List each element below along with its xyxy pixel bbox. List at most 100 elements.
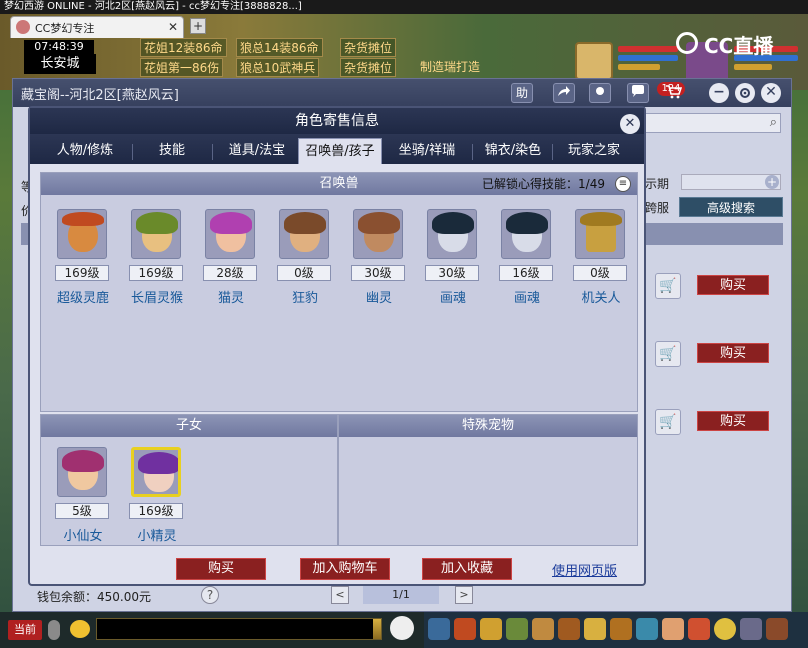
ticker-item: 杂货摊位 bbox=[340, 38, 397, 57]
pet-status-bars bbox=[618, 46, 678, 76]
add-to-favorites-button[interactable]: 加入收藏 bbox=[422, 558, 512, 580]
help-button[interactable]: 助 bbox=[511, 83, 533, 103]
buy-button[interactable]: 购买 bbox=[176, 558, 266, 580]
task-icon[interactable] bbox=[584, 618, 606, 640]
page-indicator: 1/1 bbox=[363, 586, 439, 604]
add-to-cart-button[interactable]: 加入购物车 bbox=[300, 558, 390, 580]
tab-close-icon[interactable]: ✕ bbox=[168, 20, 178, 34]
advanced-search-button[interactable]: 高级搜索 bbox=[679, 197, 783, 217]
gear-icon bbox=[740, 88, 750, 98]
add-to-cart-icon[interactable]: 🛒 bbox=[655, 409, 681, 435]
tab-home[interactable]: 玩家之家 bbox=[554, 138, 634, 164]
pet-card[interactable]: 16级 画魂 bbox=[495, 209, 559, 309]
cart-button[interactable] bbox=[663, 85, 685, 105]
window-title: 藏宝阁--河北2区[燕赵风云] bbox=[21, 88, 179, 103]
tab-mounts[interactable]: 坐骑/祥瑞 bbox=[382, 138, 472, 164]
settings-button[interactable] bbox=[735, 83, 755, 103]
toolbar-icons bbox=[424, 612, 808, 648]
share-button[interactable] bbox=[553, 83, 575, 103]
gift-icon[interactable] bbox=[480, 618, 502, 640]
pet-card[interactable]: 0级 机关人 bbox=[569, 209, 633, 309]
mp-bar bbox=[618, 55, 678, 61]
smiley-icon[interactable] bbox=[714, 618, 736, 640]
window-titlebar: 藏宝阁--河北2区[燕赵风云] 助 124 − ✕ bbox=[13, 79, 791, 107]
pet-card[interactable]: 28级 猫灵 bbox=[199, 209, 263, 309]
add-to-cart-icon[interactable]: 🛒 bbox=[655, 341, 681, 367]
system-icon[interactable] bbox=[740, 618, 762, 640]
tab-summons[interactable]: 召唤兽/孩子 bbox=[298, 138, 382, 164]
buy-button[interactable]: 购买 bbox=[697, 343, 769, 363]
pet-card[interactable]: 0级 狂豹 bbox=[273, 209, 337, 309]
add-to-cart-icon[interactable]: 🛒 bbox=[655, 273, 681, 299]
chat-input[interactable] bbox=[96, 618, 382, 640]
tab-outfits[interactable]: 锦衣/染色 bbox=[474, 138, 552, 164]
help-question-icon[interactable]: ? bbox=[201, 586, 219, 604]
chat-icon bbox=[632, 85, 644, 97]
ticker-item: 狼总10武神兵 bbox=[236, 58, 320, 77]
record-button[interactable] bbox=[589, 83, 611, 103]
dialog-close-button[interactable]: ✕ bbox=[620, 114, 640, 134]
settings-icon[interactable] bbox=[766, 618, 788, 640]
period-label: 示期 bbox=[645, 177, 670, 191]
browser-title-strip: 梦幻西游 ONLINE - 河北2区[燕赵风云] - cc梦幻专注[388882… bbox=[0, 0, 808, 14]
pet-portrait bbox=[205, 209, 255, 259]
friend-icon[interactable] bbox=[662, 618, 684, 640]
chat-scroll-handle[interactable] bbox=[373, 619, 381, 639]
ticker-item: 狼总14装86命 bbox=[236, 38, 323, 57]
bag-icon[interactable] bbox=[454, 618, 476, 640]
pet-portrait bbox=[501, 209, 551, 259]
guild-icon[interactable] bbox=[532, 618, 554, 640]
microphone-icon[interactable] bbox=[48, 620, 60, 640]
browser-tab[interactable]: CC梦幻专注 ✕ bbox=[10, 16, 184, 38]
list-icon[interactable]: ≡ bbox=[615, 176, 631, 192]
sword-icon[interactable] bbox=[428, 618, 450, 640]
pet-card[interactable]: 169级 超级灵鹿 bbox=[51, 209, 115, 309]
tab-items[interactable]: 道具/法宝 bbox=[214, 138, 300, 164]
bell-icon[interactable] bbox=[610, 618, 632, 640]
ticker-item: 杂货摊位 bbox=[340, 58, 397, 77]
game-time: 07:48:39 bbox=[24, 40, 94, 54]
result-row: 🛒 购买 bbox=[643, 337, 783, 371]
pet-dog-icon[interactable] bbox=[390, 616, 414, 640]
emoji-icon[interactable] bbox=[70, 620, 90, 638]
chat-button[interactable] bbox=[627, 83, 649, 103]
pagination: < 1/1 > bbox=[331, 586, 473, 604]
dialog-tabs: 人物/修炼 技能 道具/法宝 召唤兽/孩子 坐骑/祥瑞 锦衣/染色 玩家之家 bbox=[30, 134, 644, 164]
buy-button[interactable]: 购买 bbox=[697, 275, 769, 295]
current-channel-button[interactable]: 当前 bbox=[8, 620, 42, 640]
team-icon[interactable] bbox=[506, 618, 528, 640]
browser-tab-bar: CC梦幻专注 ✕ + bbox=[10, 14, 210, 38]
pet-card[interactable]: 30级 画魂 bbox=[421, 209, 485, 309]
web-version-link[interactable]: 使用网页版 bbox=[552, 560, 617, 579]
child-card[interactable]: 169级 小精灵 bbox=[125, 447, 189, 547]
broadcast-ticker: 花姐12装86命 狼总14装86命 杂货摊位 花姐第一86伤 狼总10武神兵 杂… bbox=[100, 38, 560, 78]
exp-bar bbox=[618, 64, 660, 70]
summons-panel: 召唤兽 已解锁心得技能：1/49 ≡ 169级 超级灵鹿 169级 长眉灵猴 2… bbox=[40, 172, 638, 412]
shop-icon[interactable] bbox=[688, 618, 710, 640]
map-icon[interactable] bbox=[636, 618, 658, 640]
pet-avatar[interactable] bbox=[575, 42, 613, 80]
pet-card[interactable]: 30级 幽灵 bbox=[347, 209, 411, 309]
buy-button[interactable]: 购买 bbox=[697, 411, 769, 431]
new-tab-button[interactable]: + bbox=[190, 18, 206, 34]
role-sale-info-dialog: 角色寄售信息 ✕ 人物/修炼 技能 道具/法宝 召唤兽/孩子 坐骑/祥瑞 锦衣/… bbox=[28, 106, 646, 586]
pet-portrait bbox=[575, 209, 625, 259]
dialog-title: 角色寄售信息 bbox=[30, 108, 644, 134]
next-page-button[interactable]: > bbox=[455, 586, 473, 604]
cc-live-logo: CC直播 bbox=[676, 28, 786, 58]
book-icon[interactable] bbox=[558, 618, 580, 640]
minimize-button[interactable]: − bbox=[709, 83, 729, 103]
add-period-icon[interactable]: + bbox=[765, 175, 779, 189]
search-icon[interactable]: ⌕ bbox=[770, 115, 777, 130]
tab-character[interactable]: 人物/修炼 bbox=[40, 138, 130, 164]
cross-server-label: 跨服 bbox=[645, 201, 670, 215]
tab-skills[interactable]: 技能 bbox=[134, 138, 210, 164]
ticker-item: 花姐第一86伤 bbox=[140, 58, 224, 77]
child-card[interactable]: 5级 小仙女 bbox=[51, 447, 115, 547]
search-input[interactable]: ⌕ bbox=[623, 113, 781, 133]
pet-card[interactable]: 169级 长眉灵猴 bbox=[125, 209, 189, 309]
prev-page-button[interactable]: < bbox=[331, 586, 349, 604]
cc-logo-icon bbox=[676, 32, 698, 54]
close-button[interactable]: ✕ bbox=[761, 83, 781, 103]
child-portrait bbox=[57, 447, 107, 497]
